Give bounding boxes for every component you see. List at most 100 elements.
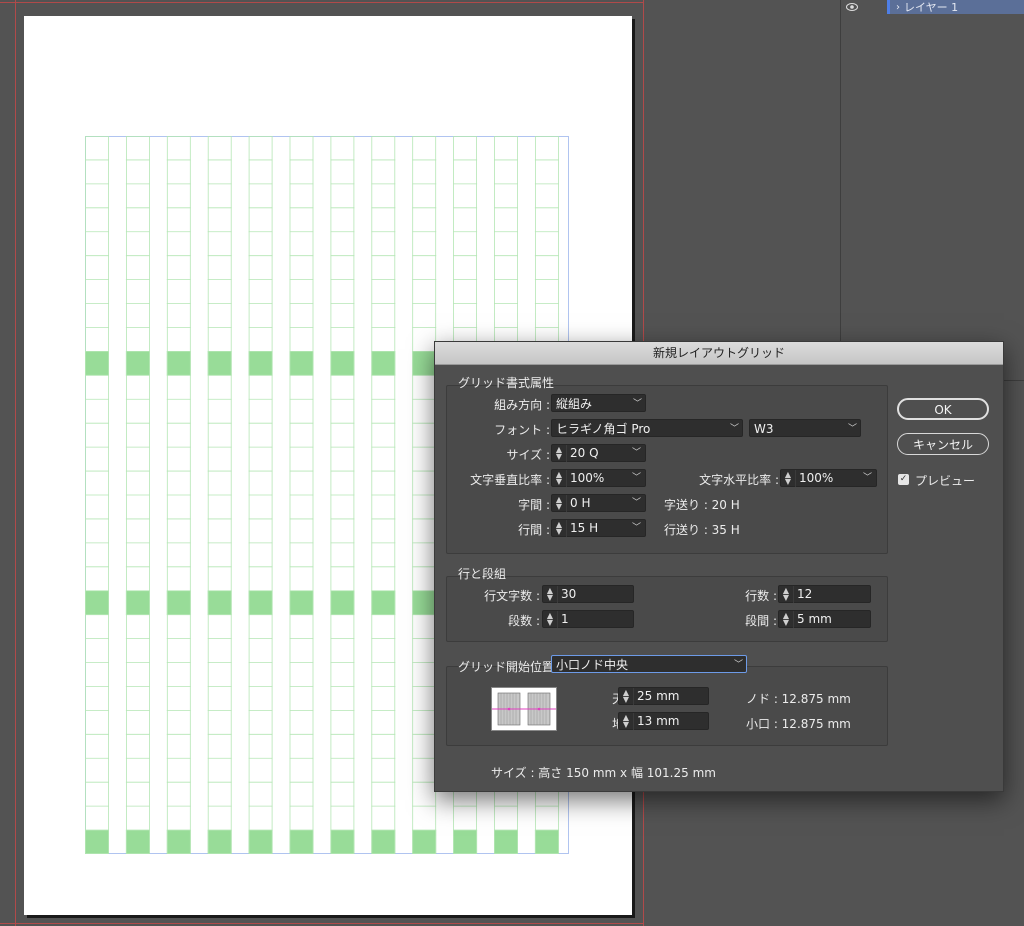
- font-weight-dropdown[interactable]: W3 ﹀: [749, 419, 861, 437]
- start-position-value: 小口ノド中央: [556, 658, 629, 672]
- grid-highlight-cell: [85, 351, 109, 376]
- grid-attributes-title: グリッド書式属性: [458, 376, 555, 390]
- stepper-arrows-icon[interactable]: ▲ ▼: [781, 470, 796, 487]
- grid-column: [207, 136, 232, 854]
- size-label: サイズ :: [506, 448, 551, 462]
- chevron-right-icon[interactable]: ›: [896, 2, 900, 13]
- vertical-scale-label: 文字垂直比率 :: [470, 473, 550, 487]
- chevron-down-icon[interactable]: ﹀: [632, 495, 641, 511]
- gutter-label: 段間 :: [745, 614, 777, 628]
- grid-column: [412, 136, 437, 854]
- char-gap-value: 0 H: [570, 496, 591, 510]
- stepper-arrows-icon[interactable]: ▲ ▼: [779, 586, 794, 603]
- grid-column: [371, 136, 396, 854]
- grid-highlight-cell: [85, 590, 109, 615]
- grid-highlight-cell: [166, 590, 191, 615]
- grid-column: [248, 136, 273, 854]
- char-pitch-info: 字送り : 20 H: [664, 498, 740, 512]
- chevron-down-icon: ﹀: [733, 660, 743, 670]
- lines-stepper[interactable]: ▲ ▼ 12: [778, 585, 871, 603]
- lines-label: 行数 :: [745, 589, 777, 603]
- gutter-stepper[interactable]: ▲ ▼ 5 mm: [778, 610, 871, 628]
- chevron-down-icon[interactable]: ﹀: [632, 470, 641, 486]
- stepper-arrows-icon[interactable]: ▲ ▼: [552, 495, 567, 512]
- stepper-arrows-icon[interactable]: ▲ ▼: [543, 586, 558, 603]
- columns-value: 1: [561, 612, 569, 626]
- font-label: フォント :: [494, 423, 550, 437]
- stepper-arrows-icon[interactable]: ▲ ▼: [619, 713, 634, 730]
- stepper-arrows-icon[interactable]: ▲ ▼: [552, 445, 567, 462]
- grid-highlight-cell: [125, 590, 150, 615]
- cancel-button[interactable]: キャンセル: [897, 433, 989, 455]
- chars-per-line-value: 30: [561, 587, 577, 601]
- horizontal-scale-stepper[interactable]: ▲ ▼ 100% ﹀: [780, 469, 877, 487]
- grid-size-summary: サイズ : 高さ 150 mm x 幅 101.25 mm: [491, 766, 716, 780]
- grid-highlight-cell: [453, 830, 478, 854]
- gutter-margin-info: ノド : 12.875 mm: [746, 692, 851, 706]
- grid-highlight-cell: [85, 830, 109, 854]
- direction-value: 縦組み: [556, 397, 593, 411]
- start-position-dropdown[interactable]: 小口ノド中央 ﹀: [551, 655, 747, 673]
- columns-label: 段数 :: [508, 614, 540, 628]
- stepper-arrows-icon[interactable]: ▲ ▼: [552, 520, 567, 537]
- chevron-down-icon[interactable]: ﹀: [632, 520, 641, 536]
- char-gap-stepper[interactable]: ▲ ▼ 0 H ﹀: [551, 494, 646, 512]
- dialog-title: 新規レイアウトグリッド: [435, 342, 1003, 365]
- grid-highlight-cell: [371, 590, 396, 615]
- new-layout-grid-dialog: 新規レイアウトグリッド グリッド書式属性 組み方向 : 縦組み ﹀ フォント :…: [434, 341, 1004, 792]
- grid-highlight-cell: [330, 830, 355, 854]
- stepper-arrows-icon[interactable]: ▲ ▼: [543, 611, 558, 628]
- bottom-margin-stepper[interactable]: ▲ ▼ 13 mm: [618, 712, 709, 730]
- grid-highlight-cell: [125, 830, 150, 854]
- layer-name-cell[interactable]: › レイヤー 1: [890, 0, 1024, 14]
- vertical-scale-stepper[interactable]: ▲ ▼ 100% ﹀: [551, 469, 646, 487]
- ok-button[interactable]: OK: [897, 398, 989, 420]
- grid-highlight-cell: [248, 351, 273, 376]
- lines-value: 12: [797, 587, 813, 601]
- grid-highlight-cell: [371, 830, 396, 854]
- line-gap-stepper[interactable]: ▲ ▼ 15 H ﹀: [551, 519, 646, 537]
- chevron-down-icon: ﹀: [847, 424, 857, 434]
- bleed-guide-left: [15, 0, 16, 926]
- stepper-arrows-icon[interactable]: ▲ ▼: [779, 611, 794, 628]
- font-family-value: ヒラギノ角ゴ Pro: [556, 422, 651, 436]
- preview-checkbox[interactable]: ✓: [898, 474, 909, 485]
- grid-column: [289, 136, 314, 854]
- stepper-arrows-icon[interactable]: ▲ ▼: [552, 470, 567, 487]
- grid-highlight-cell: [371, 351, 396, 376]
- horizontal-scale-label: 文字水平比率 :: [699, 473, 779, 487]
- grid-highlight-cell: [125, 351, 150, 376]
- vertical-scale-value: 100%: [570, 471, 605, 485]
- size-stepper[interactable]: ▲ ▼ 20 Q ﹀: [551, 444, 646, 462]
- direction-dropdown[interactable]: 縦組み ﹀: [551, 394, 646, 412]
- size-value: 20 Q: [570, 446, 599, 460]
- grid-highlight-cell: [207, 830, 232, 854]
- line-pitch-info: 行送り : 35 H: [664, 523, 740, 537]
- grid-highlight-cell: [207, 590, 232, 615]
- layer-row[interactable]: › レイヤー 1: [841, 0, 1024, 14]
- grid-highlight-cell: [248, 830, 273, 854]
- horizontal-scale-value: 100%: [799, 471, 834, 485]
- line-gap-label: 行間 :: [518, 523, 550, 537]
- chevron-down-icon[interactable]: ﹀: [632, 445, 641, 461]
- chars-per-line-label: 行文字数 :: [484, 589, 540, 603]
- layers-panel: › レイヤー 1: [840, 0, 1024, 381]
- grid-highlight-cell: [289, 590, 314, 615]
- start-position-label: グリッド開始位置 :: [458, 660, 562, 674]
- grid-highlight-cell: [412, 830, 437, 854]
- columns-stepper[interactable]: ▲ ▼ 1: [542, 610, 634, 628]
- grid-column: [166, 136, 191, 854]
- font-weight-value: W3: [754, 422, 774, 436]
- char-gap-label: 字間 :: [518, 498, 550, 512]
- top-margin-stepper[interactable]: ▲ ▼ 25 mm: [618, 687, 709, 705]
- chevron-down-icon: ﹀: [729, 424, 739, 434]
- grid-highlight-cell: [494, 830, 518, 854]
- grid-highlight-cell: [166, 830, 191, 854]
- stepper-arrows-icon[interactable]: ▲ ▼: [619, 688, 634, 705]
- lines-columns-title: 行と段組: [458, 567, 507, 581]
- chevron-down-icon[interactable]: ﹀: [863, 470, 872, 486]
- font-family-dropdown[interactable]: ヒラギノ角ゴ Pro ﹀: [551, 419, 743, 437]
- chars-per-line-stepper[interactable]: ▲ ▼ 30: [542, 585, 634, 603]
- grid-position-preview: [491, 687, 557, 731]
- eye-icon[interactable]: [841, 0, 863, 14]
